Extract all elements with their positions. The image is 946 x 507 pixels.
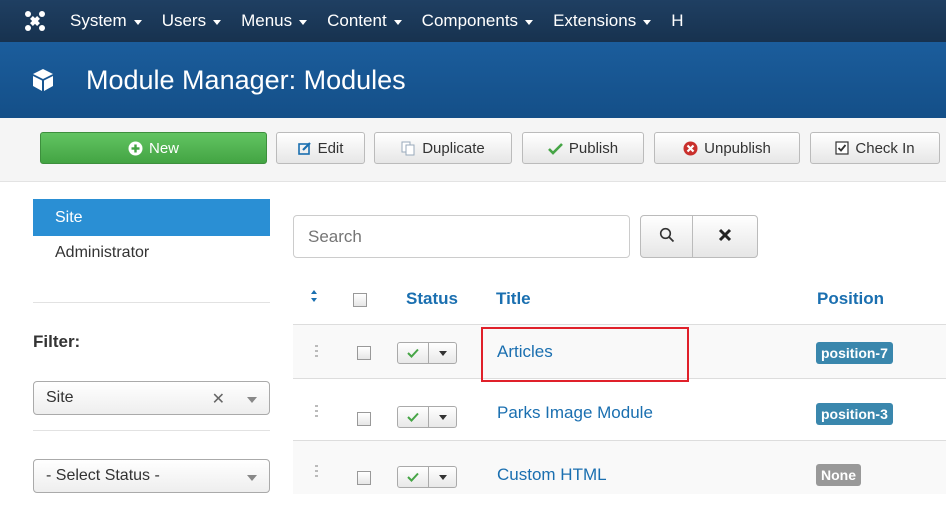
row-checkbox[interactable] [357,346,371,360]
module-title-link[interactable]: Parks Image Module [497,403,653,423]
caret-down-icon [299,19,308,25]
module-title-link[interactable]: Articles [497,342,553,362]
menu-components[interactable]: Components [421,11,534,31]
search-button[interactable] [640,215,693,258]
menu-help-label: H [671,11,684,30]
copy-icon [401,141,416,156]
cube-icon [0,68,86,92]
sidebar-item-site[interactable]: Site [33,199,270,236]
caret-down-icon [643,19,652,25]
duplicate-button-label: Duplicate [422,139,485,157]
sidebar-divider [33,302,270,303]
duplicate-button[interactable]: Duplicate [374,132,512,164]
status-dropdown-toggle[interactable] [429,406,457,428]
caret-down-icon [213,19,222,25]
edit-button-label: Edit [317,139,344,157]
column-header-status[interactable]: Status [406,289,458,309]
menu-menus[interactable]: Menus [241,11,308,31]
caret-down-icon [438,350,447,356]
top-navbar: System Users Menus Content Components Ex… [0,0,946,42]
menu-menus-label: Menus [241,11,293,30]
module-title-link[interactable]: Custom HTML [497,465,607,485]
menu-help[interactable]: H [671,11,683,31]
status-toggle[interactable] [397,406,457,428]
edit-icon [297,141,312,155]
new-button[interactable]: New [40,132,267,164]
clear-search-button[interactable] [692,215,758,258]
menu-system-label: System [70,11,127,30]
chevron-down-icon [247,397,257,403]
sort-icon[interactable] [310,289,318,307]
drag-handle-icon[interactable] [315,345,319,359]
filter-heading: Filter: [33,332,81,351]
edit-button[interactable]: Edit [276,132,365,164]
published-check-icon[interactable] [397,406,429,428]
status-toggle[interactable] [397,466,457,488]
chevron-down-icon [247,475,257,481]
search-icon [659,227,675,247]
row-checkbox[interactable] [357,471,371,485]
checkin-button-label: Check In [855,139,915,157]
column-header-position[interactable]: Position [817,289,884,309]
new-button-label: New [148,139,179,157]
published-check-icon[interactable] [397,466,429,488]
sidebar-item-label: Site [55,209,83,226]
remove-circle-icon [683,141,698,156]
client-select-value: Site [46,389,74,406]
joomla-logo-icon[interactable] [0,0,70,42]
caret-down-icon [133,19,142,25]
publish-button-label: Publish [568,139,619,157]
toolbar: New Edit Duplicate Publish Unpublish Che… [0,118,946,182]
column-header-title[interactable]: Title [496,289,531,309]
position-badge: None [816,464,861,486]
page-title: Module Manager: Modules [86,64,406,95]
menu-content-label: Content [327,11,387,30]
row-checkbox[interactable] [357,412,371,426]
caret-down-icon [438,474,447,480]
position-badge: position-3 [816,403,893,425]
menu-users[interactable]: Users [161,11,222,31]
caret-down-icon [525,19,534,25]
menu-users-label: Users [161,11,207,30]
menu-system[interactable]: System [70,11,142,31]
select-all-checkbox[interactable] [353,293,367,307]
checkin-button[interactable]: Check In [810,132,940,164]
search-input[interactable] [293,215,630,258]
status-select[interactable]: - Select Status - [33,459,270,493]
status-dropdown-toggle[interactable] [429,342,457,364]
status-dropdown-toggle[interactable] [429,466,457,488]
menu-content[interactable]: Content [327,11,402,31]
unpublish-button[interactable]: Unpublish [654,132,800,164]
menu-extensions[interactable]: Extensions [553,11,652,31]
published-check-icon[interactable] [397,342,429,364]
status-select-value: - Select Status - [46,467,160,484]
clear-icon[interactable]: ✕ [212,389,225,409]
page-header: Module Manager: Modules [0,42,946,118]
sidebar-item-administrator[interactable]: Administrator [33,244,270,262]
menu-extensions-label: Extensions [553,11,637,30]
plus-circle-icon [128,141,143,156]
check-icon [547,142,563,155]
caret-down-icon [393,19,402,25]
position-badge: position-7 [816,342,893,364]
unpublish-button-label: Unpublish [704,139,771,157]
drag-handle-icon[interactable] [315,405,319,419]
publish-button[interactable]: Publish [522,132,644,164]
drag-handle-icon[interactable] [315,465,319,479]
sidebar-item-label: Administrator [55,244,150,261]
status-toggle[interactable] [397,342,457,364]
sidebar-divider [33,430,270,431]
caret-down-icon [438,414,447,420]
client-select[interactable]: Site ✕ [33,381,270,415]
checkbox-checked-icon [835,141,849,155]
close-icon [718,228,732,246]
menu-components-label: Components [421,11,519,30]
